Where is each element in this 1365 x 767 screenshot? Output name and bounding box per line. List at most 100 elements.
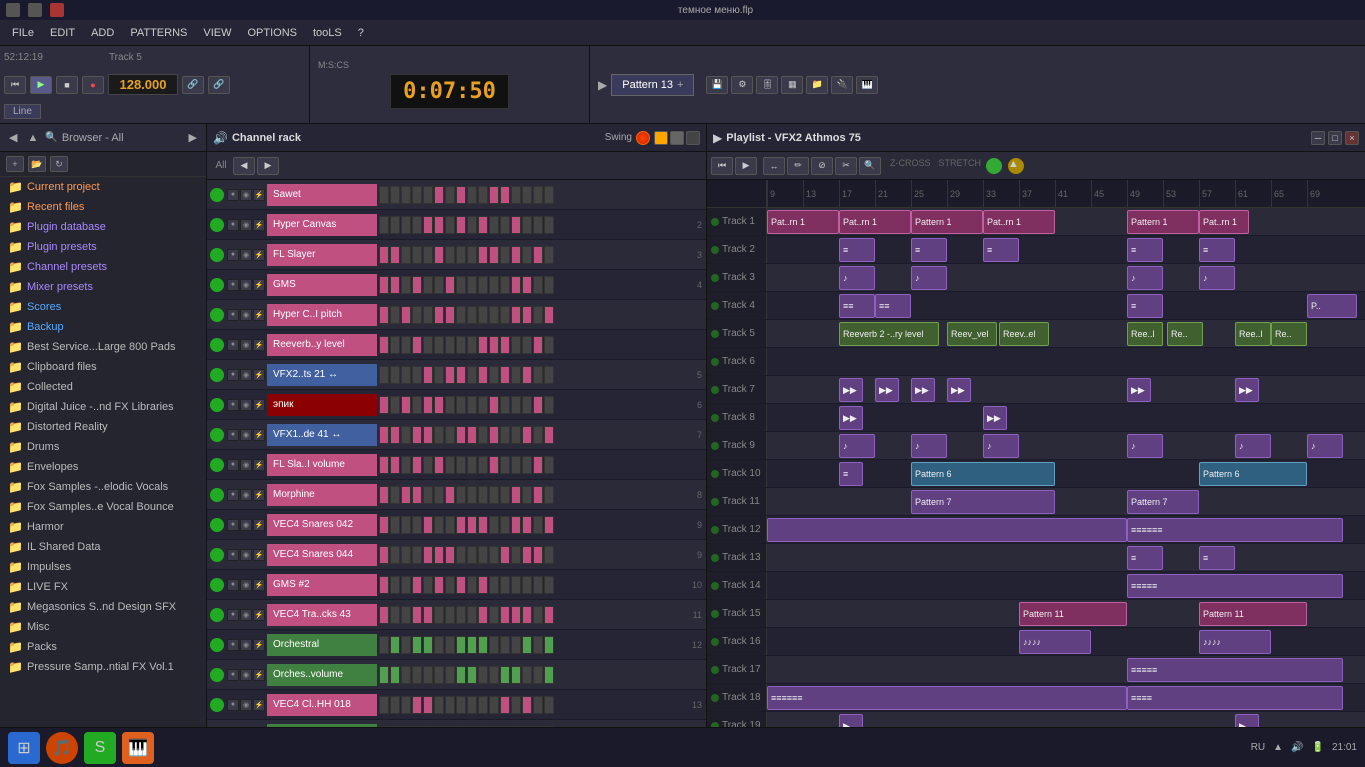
ch-solo-btn[interactable]: ◉	[240, 459, 252, 471]
ch-step[interactable]	[478, 576, 488, 594]
ch-step[interactable]	[489, 186, 499, 204]
ch-step[interactable]	[467, 426, 477, 444]
ch-step[interactable]	[390, 306, 400, 324]
playlist-pattern-block[interactable]: Re..	[1271, 322, 1307, 346]
ch-step[interactable]	[390, 696, 400, 714]
ch-step[interactable]	[379, 306, 389, 324]
ch-step[interactable]	[434, 486, 444, 504]
ch-step[interactable]	[500, 576, 510, 594]
ch-step[interactable]	[434, 606, 444, 624]
fl-app-icon[interactable]: 🎵	[46, 732, 78, 764]
ch-fx-btn[interactable]: ⚡	[253, 639, 265, 651]
ch-step[interactable]	[489, 396, 499, 414]
ch-step[interactable]	[423, 666, 433, 684]
playlist-pattern-block[interactable]: ≡	[1199, 546, 1235, 570]
playlist-pattern-block[interactable]: Pattern 6	[1199, 462, 1307, 486]
ch-step[interactable]	[500, 186, 510, 204]
ch-step[interactable]	[379, 486, 389, 504]
sidebar-back-btn[interactable]: ◀	[6, 131, 20, 144]
ch-step[interactable]	[489, 546, 499, 564]
ch-step[interactable]	[511, 696, 521, 714]
close-icon[interactable]	[50, 3, 64, 17]
pl-track-content[interactable]: ♪♪♪♪♪♪	[767, 432, 1365, 459]
ch-step[interactable]	[445, 516, 455, 534]
ch-step[interactable]	[456, 606, 466, 624]
sidebar-item-fox-melodic[interactable]: 📁 Fox Samples -..elodic Vocals	[0, 477, 206, 497]
ch-step[interactable]	[533, 426, 543, 444]
ch-step[interactable]	[390, 186, 400, 204]
ch-step[interactable]	[500, 306, 510, 324]
playlist-pattern-block[interactable]: Pat..rn 1	[767, 210, 839, 234]
pl-track-content[interactable]: ≡≡	[767, 544, 1365, 571]
ch-name-btn[interactable]: VEC4 Snares 044	[267, 544, 377, 566]
minimize-icon[interactable]	[6, 3, 20, 17]
ch-step[interactable]	[467, 576, 477, 594]
ch-step[interactable]	[379, 456, 389, 474]
ch-step[interactable]	[511, 366, 521, 384]
ch-step[interactable]	[511, 576, 521, 594]
ch-step[interactable]	[390, 426, 400, 444]
pl-track-content[interactable]: ≡≡≡≡≡	[767, 656, 1365, 683]
playlist-pattern-block[interactable]: ♪	[911, 434, 947, 458]
ch-step[interactable]	[533, 636, 543, 654]
stop-btn[interactable]: ■	[56, 76, 78, 94]
save-icon[interactable]: 💾	[706, 76, 728, 94]
ch-fx-btn[interactable]: ⚡	[253, 489, 265, 501]
ch-step[interactable]	[467, 516, 477, 534]
restore-icon[interactable]	[28, 3, 42, 17]
ch-step[interactable]	[511, 336, 521, 354]
channel-rack-grid-btn3[interactable]	[686, 131, 700, 145]
skype-icon[interactable]: S	[84, 732, 116, 764]
ch-step[interactable]	[434, 306, 444, 324]
playlist-pattern-block[interactable]: ≡≡≡≡≡	[1127, 658, 1343, 682]
ch-step[interactable]	[544, 486, 554, 504]
playlist-pattern-block[interactable]: ≡	[1127, 294, 1163, 318]
playlist-pattern-block[interactable]: P..	[1307, 294, 1357, 318]
ch-step[interactable]	[544, 606, 554, 624]
ch-step[interactable]	[412, 516, 422, 534]
ch-step[interactable]	[533, 456, 543, 474]
ch-mute-btn[interactable]: ●	[227, 459, 239, 471]
ch-step[interactable]	[434, 186, 444, 204]
ch-step[interactable]	[511, 516, 521, 534]
ch-mute-btn[interactable]: ●	[227, 429, 239, 441]
ch-step[interactable]	[533, 216, 543, 234]
ch-name-btn[interactable]: VFX1..de 41 ↔	[267, 424, 377, 446]
ch-step[interactable]	[456, 186, 466, 204]
ch-solo-btn[interactable]: ◉	[240, 639, 252, 651]
ch-step[interactable]	[401, 486, 411, 504]
play-arrow-icon[interactable]: ▶	[598, 78, 607, 92]
ch-step[interactable]	[478, 366, 488, 384]
playlist-pattern-block[interactable]	[767, 518, 1127, 542]
ch-step[interactable]	[522, 186, 532, 204]
ch-step[interactable]	[478, 666, 488, 684]
playlist-pattern-block[interactable]: ▶▶	[947, 378, 971, 402]
ch-step[interactable]	[445, 366, 455, 384]
line-mode-selector[interactable]: Line	[4, 104, 41, 119]
ch-step[interactable]	[544, 426, 554, 444]
ch-solo-btn[interactable]: ◉	[240, 249, 252, 261]
ch-fx-btn[interactable]: ⚡	[253, 699, 265, 711]
record-btn[interactable]: ●	[82, 76, 104, 94]
pl-zoom-btn[interactable]: 🔍	[859, 157, 881, 175]
browser-icon[interactable]: 📁	[806, 76, 828, 94]
ch-fx-btn[interactable]: ⚡	[253, 669, 265, 681]
ch-step[interactable]	[522, 486, 532, 504]
ch-step[interactable]	[544, 336, 554, 354]
ch-step[interactable]	[522, 456, 532, 474]
ch-step[interactable]	[379, 546, 389, 564]
ch-step[interactable]	[489, 276, 499, 294]
ch-step[interactable]	[489, 306, 499, 324]
ch-mute-btn[interactable]: ●	[227, 579, 239, 591]
ch-step[interactable]	[489, 486, 499, 504]
ch-step[interactable]	[379, 276, 389, 294]
ch-step[interactable]	[379, 666, 389, 684]
ch-step[interactable]	[412, 246, 422, 264]
ch-solo-btn[interactable]: ◉	[240, 579, 252, 591]
ch-step[interactable]	[511, 666, 521, 684]
ch-solo-btn[interactable]: ◉	[240, 519, 252, 531]
ch-step[interactable]	[544, 186, 554, 204]
ch-fx-btn[interactable]: ⚡	[253, 429, 265, 441]
ch-fx-btn[interactable]: ⚡	[253, 399, 265, 411]
playlist-pattern-block[interactable]: Pattern 7	[1127, 490, 1199, 514]
